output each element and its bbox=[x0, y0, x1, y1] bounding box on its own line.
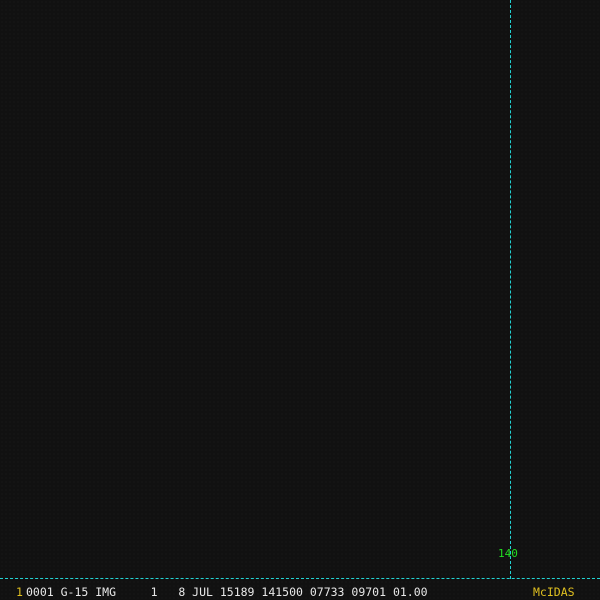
frame-number: 1 bbox=[16, 585, 23, 599]
image-info-text: 0001 G-15 IMG 1 8 JUL 15189 141500 07733… bbox=[26, 585, 428, 599]
mcidas-brand-label: McIDAS bbox=[533, 585, 575, 599]
satellite-image-frame: 140 1 0001 G-15 IMG 1 8 JUL 15189 141500… bbox=[0, 0, 600, 600]
longitude-grid-line bbox=[510, 0, 511, 579]
longitude-label: 140 bbox=[498, 547, 518, 560]
latitude-grid-line bbox=[0, 578, 600, 579]
status-bar: 1 0001 G-15 IMG 1 8 JUL 15189 141500 077… bbox=[0, 584, 600, 600]
